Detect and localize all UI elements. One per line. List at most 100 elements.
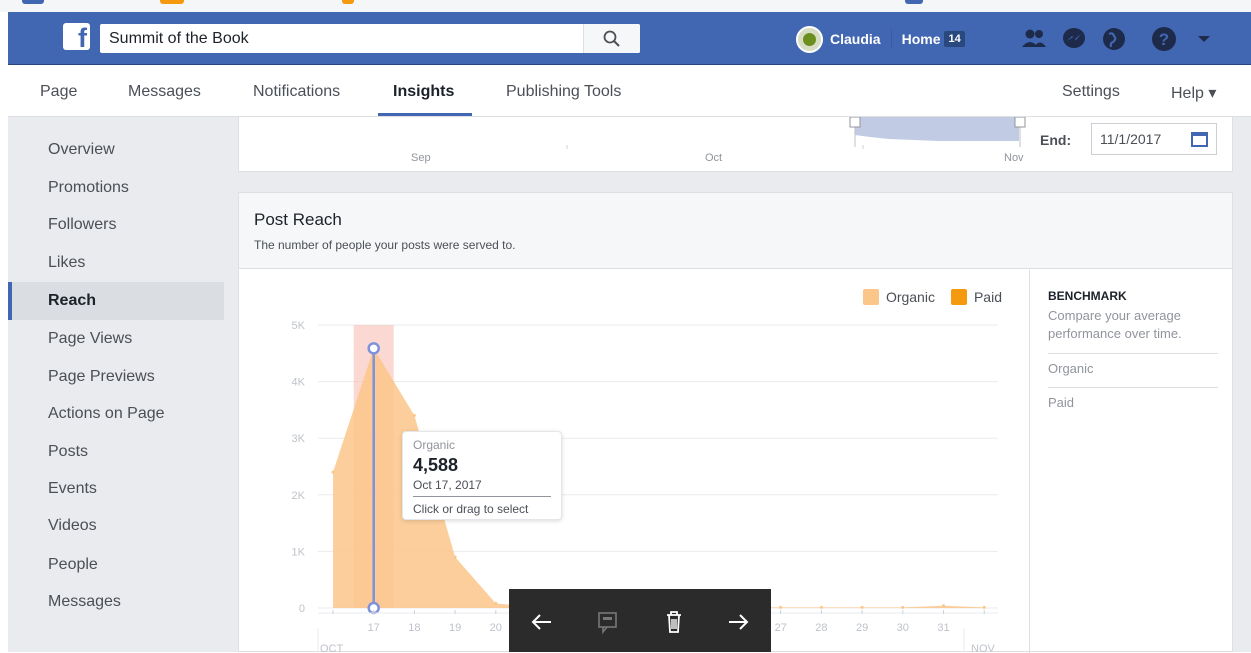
sidebar-item-likes[interactable]: Likes — [8, 244, 224, 282]
tab-notifications[interactable]: Notifications — [253, 83, 340, 101]
sidebar-item-posts[interactable]: Posts — [8, 433, 224, 471]
sidebar-item-followers[interactable]: Followers — [8, 206, 224, 244]
benchmark-divider — [1048, 387, 1218, 388]
sidebar-item-page-views[interactable]: Page Views — [8, 320, 224, 358]
data-point-organic — [331, 470, 335, 474]
sidebar-item-overview[interactable]: Overview — [8, 131, 224, 169]
home-link[interactable]: Home — [902, 31, 941, 47]
tab-messages[interactable]: Messages — [128, 83, 201, 101]
benchmark-panel: BENCHMARK Compare your average performan… — [1029, 270, 1232, 653]
x-tick-label: 31 — [937, 622, 949, 634]
page-tabs-bar: Page Messages Notifications Insights Pub… — [8, 65, 1251, 117]
sidebar-item-promotions[interactable]: Promotions — [8, 169, 224, 207]
calendar-icon[interactable] — [1191, 132, 1208, 147]
arrow-left-icon — [531, 614, 551, 630]
messenger-icon[interactable] — [1060, 25, 1088, 53]
tooltip-series: Organic — [413, 438, 456, 452]
benchmark-divider — [1048, 353, 1218, 354]
previous-arrow-button[interactable] — [527, 607, 557, 637]
data-point-organic — [942, 604, 945, 608]
range-sparkline-area — [855, 117, 1019, 141]
facebook-top-bar: f Summit of the Book Claudia Home 14 ? — [8, 12, 1251, 65]
sidebar-item-page-previews[interactable]: Page Previews — [8, 358, 224, 396]
tooltip-divider — [413, 496, 551, 497]
search-input[interactable]: Summit of the Book — [109, 30, 249, 48]
sidebar-item-events[interactable]: Events — [8, 470, 224, 508]
data-point-organic — [860, 605, 864, 609]
next-arrow-button[interactable] — [723, 607, 753, 637]
tab-insights[interactable]: Insights — [393, 83, 454, 101]
nav-divider — [890, 29, 892, 49]
data-point-organic — [819, 605, 823, 609]
tab-publishing-tools[interactable]: Publishing Tools — [506, 83, 621, 101]
y-tick-label: 1K — [292, 546, 306, 558]
tab-settings[interactable]: Settings — [1062, 83, 1120, 101]
y-tick-label: 0 — [299, 603, 305, 615]
range-tick-label-sep: Sep — [411, 152, 431, 164]
x-tick-label: 17 — [368, 622, 380, 634]
x-month-label-nov: NOV — [971, 643, 996, 652]
data-point-organic — [982, 605, 986, 609]
date-range-card: Sep Oct Nov End: 11/1/2017 — [238, 117, 1233, 172]
friend-requests-icon[interactable] — [1020, 25, 1048, 53]
help-icon[interactable]: ? — [1150, 25, 1178, 53]
tooltip-hint: Click or drag to select — [413, 502, 529, 516]
data-point-organic — [494, 601, 498, 605]
y-tick-label: 2K — [292, 490, 306, 502]
notifications-globe-icon[interactable] — [1100, 25, 1128, 53]
comment-icon — [598, 612, 617, 635]
avatar[interactable] — [796, 25, 823, 53]
card-subtitle: The number of people your posts were ser… — [254, 238, 516, 252]
selection-point-top — [367, 342, 380, 355]
tab-help[interactable]: Help ▾ — [1171, 83, 1216, 103]
insights-sidebar: Overview Promotions Followers Likes Reac… — [8, 117, 228, 652]
profile-name-link[interactable]: Claudia — [830, 31, 881, 47]
strip-marker — [905, 0, 923, 4]
range-overview-chart[interactable] — [239, 117, 1234, 172]
benchmark-description: Compare your average performance over ti… — [1048, 308, 1182, 341]
search-button[interactable] — [583, 24, 640, 53]
sidebar-item-messages[interactable]: Messages — [8, 583, 224, 621]
x-month-label-oct: OCT — [320, 643, 344, 652]
sidebar-item-people[interactable]: People — [8, 546, 224, 584]
x-tick-label: 20 — [490, 622, 502, 634]
arrow-right-icon — [729, 614, 749, 630]
sidebar-item-videos[interactable]: Videos — [8, 507, 224, 545]
range-tick-label-oct: Oct — [705, 152, 723, 164]
trash-icon — [667, 611, 681, 633]
y-tick-label: 4K — [292, 377, 306, 389]
facebook-logo-icon[interactable]: f — [63, 23, 90, 53]
tooltip-date: Oct 17, 2017 — [413, 478, 482, 492]
x-tick-label: 29 — [856, 622, 868, 634]
delete-button[interactable] — [659, 607, 689, 637]
end-date-value[interactable]: 11/1/2017 — [1100, 131, 1161, 147]
data-point-organic — [901, 605, 905, 609]
search-icon — [603, 30, 620, 47]
strip-marker — [22, 0, 44, 4]
card-title: Post Reach — [254, 210, 342, 229]
sidebar-item-reach[interactable]: Reach — [8, 282, 224, 320]
x-tick-label: 30 — [897, 622, 909, 634]
data-point-organic — [412, 414, 416, 418]
strip-marker — [160, 0, 184, 4]
svg-text:?: ? — [1159, 30, 1169, 49]
benchmark-option-paid[interactable]: Paid — [1048, 395, 1074, 410]
active-tab-indicator — [378, 113, 472, 116]
range-handle-start-grip — [849, 117, 861, 128]
comment-button[interactable] — [593, 607, 623, 637]
strip-marker — [342, 0, 354, 4]
browser-strip — [0, 0, 1251, 12]
end-date-label: End: — [1040, 132, 1072, 148]
y-tick-label: 3K — [292, 433, 306, 445]
account-menu-chevron-down-icon[interactable] — [1190, 25, 1218, 53]
sidebar-item-actions-on-page[interactable]: Actions on Page — [8, 395, 224, 433]
y-tick-label: 5K — [292, 320, 306, 332]
search-bar[interactable]: Summit of the Book — [100, 24, 640, 53]
range-handle-end-grip — [1014, 117, 1026, 128]
benchmark-option-organic[interactable]: Organic — [1048, 361, 1094, 376]
x-tick-label: 18 — [408, 622, 420, 634]
range-tick-label-nov: Nov — [1004, 152, 1024, 164]
end-date-field[interactable]: 11/1/2017 — [1091, 123, 1217, 155]
tab-page[interactable]: Page — [40, 83, 77, 101]
tooltip-value: 4,588 — [413, 455, 459, 475]
